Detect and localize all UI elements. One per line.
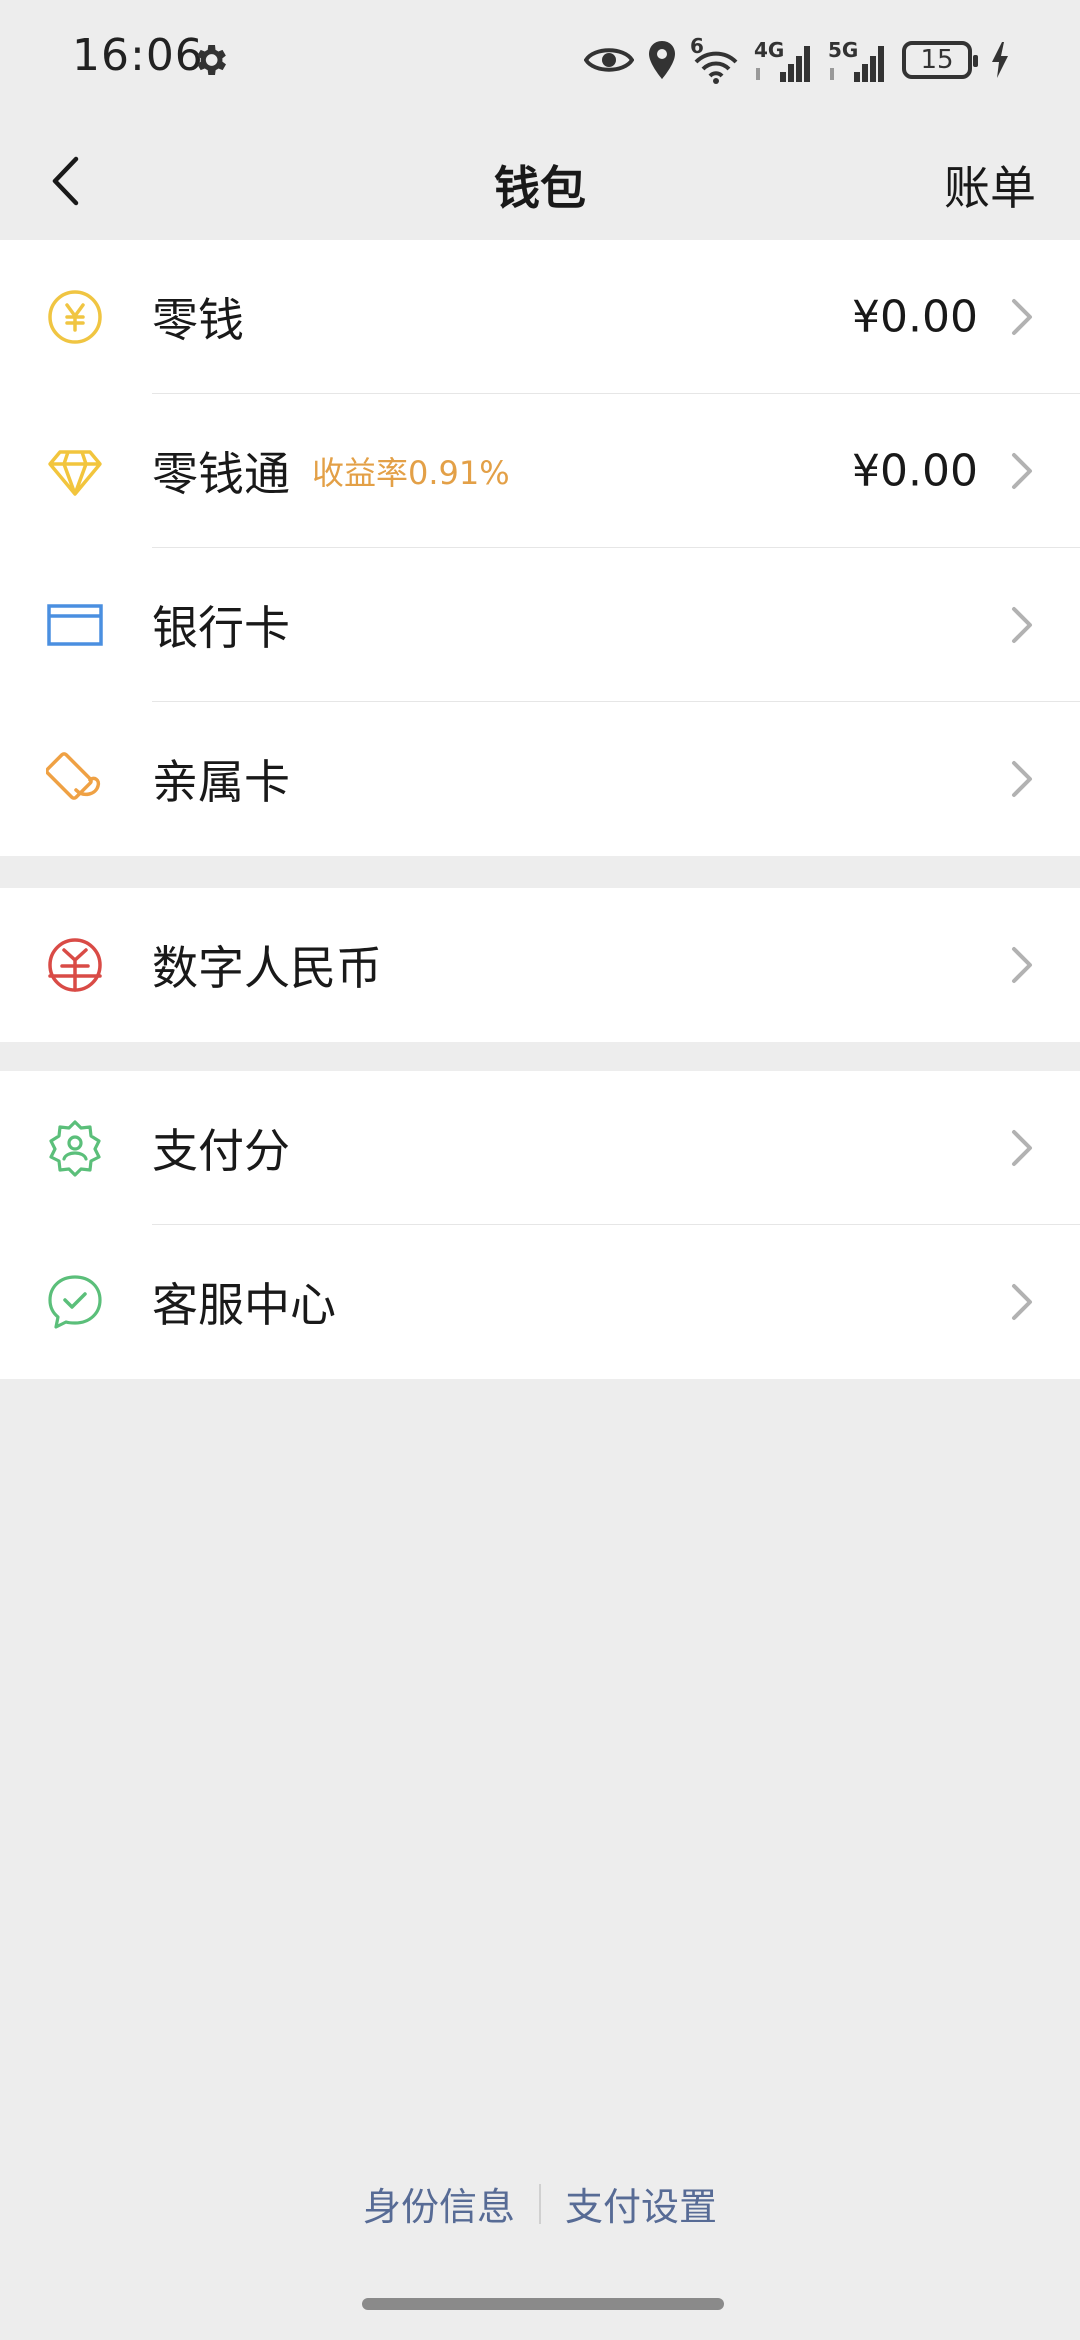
- network-4g-label: 4G: [754, 38, 785, 62]
- wallet-group-services: 支付分 客服中心: [0, 1071, 1080, 1379]
- list-item-label: 零钱通: [152, 447, 290, 501]
- list-item-digital-rmb[interactable]: 数字人民币: [0, 888, 1080, 1042]
- list-item-label: 零钱: [152, 293, 244, 347]
- list-item-label: 支付分: [152, 1124, 290, 1178]
- digital-rmb-icon: [48, 938, 102, 992]
- list-item-label: 数字人民币: [152, 941, 382, 995]
- cellular-4g: 4G: [754, 36, 816, 84]
- home-indicator[interactable]: [362, 2298, 724, 2310]
- network-5g-label: 5G: [828, 38, 859, 62]
- chevron-right-icon: [1012, 607, 1032, 643]
- list-item-family-card[interactable]: 亲属卡: [0, 702, 1080, 856]
- gear-icon: [197, 45, 226, 75]
- yuan-coin-icon: [48, 290, 102, 344]
- bank-card-icon: [47, 604, 103, 646]
- list-item-customer-service[interactable]: 客服中心: [0, 1225, 1080, 1379]
- wifi-indicator: 6: [690, 34, 742, 84]
- diamond-icon: [48, 450, 102, 496]
- chevron-right-icon: [1012, 1284, 1032, 1320]
- list-item-pay-score[interactable]: 支付分: [0, 1071, 1080, 1225]
- cellular-5g: 5G: [828, 36, 890, 84]
- yield-rate-badge: 收益率0.91%: [312, 454, 510, 492]
- chevron-right-icon: [1012, 299, 1032, 335]
- customer-service-icon: [48, 1275, 102, 1329]
- identity-info-link[interactable]: 身份信息: [363, 2176, 515, 2231]
- list-item-bank-card[interactable]: 银行卡: [0, 548, 1080, 702]
- footer-links: 身份信息 支付设置: [0, 2176, 1080, 2231]
- wallet-group-primary: 零钱 ¥0.00 零钱通 收益率0.91% ¥0.00 银行卡 亲属卡: [0, 240, 1080, 856]
- status-bar: 16:06 6 4G 5G 15: [0, 0, 1080, 120]
- chevron-right-icon: [1012, 1130, 1032, 1166]
- family-card-icon: [46, 752, 101, 800]
- payment-settings-link[interactable]: 支付设置: [565, 2176, 717, 2231]
- eye-icon: [584, 48, 634, 72]
- chevron-right-icon: [1012, 761, 1032, 797]
- nav-header: 钱包 账单: [0, 120, 1080, 240]
- balance-value: ¥0.00: [852, 445, 978, 497]
- list-item-change[interactable]: 零钱 ¥0.00: [0, 240, 1080, 394]
- location-pin-icon: [649, 41, 675, 79]
- status-time: 16:06: [72, 30, 204, 81]
- chevron-right-icon: [1012, 453, 1032, 489]
- battery-level: 15: [920, 45, 954, 75]
- list-item-label: 客服中心: [152, 1278, 336, 1332]
- wifi-label: 6: [690, 34, 704, 58]
- pay-score-badge-icon: [49, 1120, 101, 1177]
- chevron-right-icon: [1012, 947, 1032, 983]
- bill-button[interactable]: 账单: [944, 152, 1036, 218]
- list-item-label: 亲属卡: [152, 755, 290, 809]
- balance-value: ¥0.00: [852, 291, 978, 343]
- wallet-page: 16:06 6 4G 5G 15 钱包 账单 零钱 ¥0.00 零钱通 收益率0…: [0, 0, 1080, 2340]
- list-item-label: 银行卡: [152, 601, 290, 655]
- list-item-lingqiantong[interactable]: 零钱通 收益率0.91% ¥0.00: [0, 394, 1080, 548]
- battery-indicator: 15: [902, 41, 978, 79]
- lightning-bolt-icon: [992, 42, 1008, 78]
- footer-divider: [539, 2183, 541, 2224]
- wallet-group-digital-rmb: 数字人民币: [0, 888, 1080, 1042]
- status-icons: 6 4G 5G 15: [584, 32, 1010, 88]
- page-title: 钱包: [494, 161, 586, 215]
